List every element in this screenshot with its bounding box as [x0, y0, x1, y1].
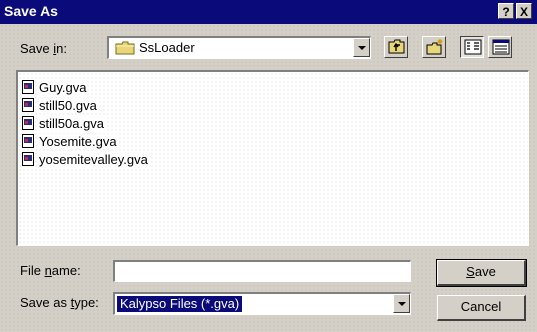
- list-view-icon: [464, 39, 482, 55]
- folder-icon: [115, 41, 135, 55]
- chevron-down-icon[interactable]: [393, 294, 410, 313]
- list-item[interactable]: Yosemite.gva: [22, 132, 118, 150]
- list-item[interactable]: Guy.gva: [22, 78, 88, 96]
- details-view-icon: [492, 39, 510, 55]
- file-name: still50.gva: [38, 97, 98, 113]
- current-folder: SsLoader: [139, 40, 195, 55]
- save-as-dialog: Save As ? X Save in: SsLoader Guy.gva st…: [0, 0, 537, 332]
- file-name-input[interactable]: [115, 262, 410, 281]
- file-name-field[interactable]: [113, 260, 411, 282]
- gva-file-icon: [22, 80, 34, 94]
- gva-file-icon: [22, 116, 34, 130]
- list-item[interactable]: still50a.gva: [22, 114, 106, 132]
- file-name: Yosemite.gva: [38, 133, 118, 149]
- new-folder-icon: [426, 39, 443, 55]
- window-title: Save As: [4, 3, 58, 19]
- save-as-type-dropdown[interactable]: Kalypso Files (*.gva): [113, 292, 411, 315]
- gva-file-icon: [22, 98, 34, 112]
- file-name: yosemitevalley.gva: [38, 151, 149, 167]
- file-name: still50a.gva: [38, 115, 106, 131]
- close-button[interactable]: X: [516, 3, 532, 19]
- save-as-type-label: Save as type:: [20, 295, 99, 310]
- save-in-label: Save in:: [20, 41, 67, 56]
- gva-file-icon: [22, 152, 34, 166]
- details-view-button[interactable]: [488, 36, 512, 58]
- file-name-label: File name:: [20, 263, 81, 278]
- save-as-type-value: Kalypso Files (*.gva): [117, 296, 243, 312]
- list-view-button[interactable]: [460, 36, 484, 58]
- save-in-dropdown[interactable]: SsLoader: [107, 36, 371, 59]
- file-list[interactable]: Guy.gva still50.gva still50a.gva Yosemit…: [16, 70, 529, 246]
- file-name: Guy.gva: [38, 79, 88, 95]
- list-item[interactable]: still50.gva: [22, 96, 98, 114]
- create-new-folder-button[interactable]: [422, 36, 446, 58]
- save-button[interactable]: Save: [436, 259, 527, 287]
- cancel-button[interactable]: Cancel: [437, 295, 526, 321]
- list-item[interactable]: yosemitevalley.gva: [22, 150, 149, 168]
- up-one-level-icon: [388, 39, 405, 54]
- gva-file-icon: [22, 134, 34, 148]
- title-bar[interactable]: Save As ? X: [0, 0, 537, 24]
- chevron-down-icon[interactable]: [353, 38, 370, 57]
- up-one-level-button[interactable]: [384, 36, 408, 58]
- help-button[interactable]: ?: [498, 3, 514, 19]
